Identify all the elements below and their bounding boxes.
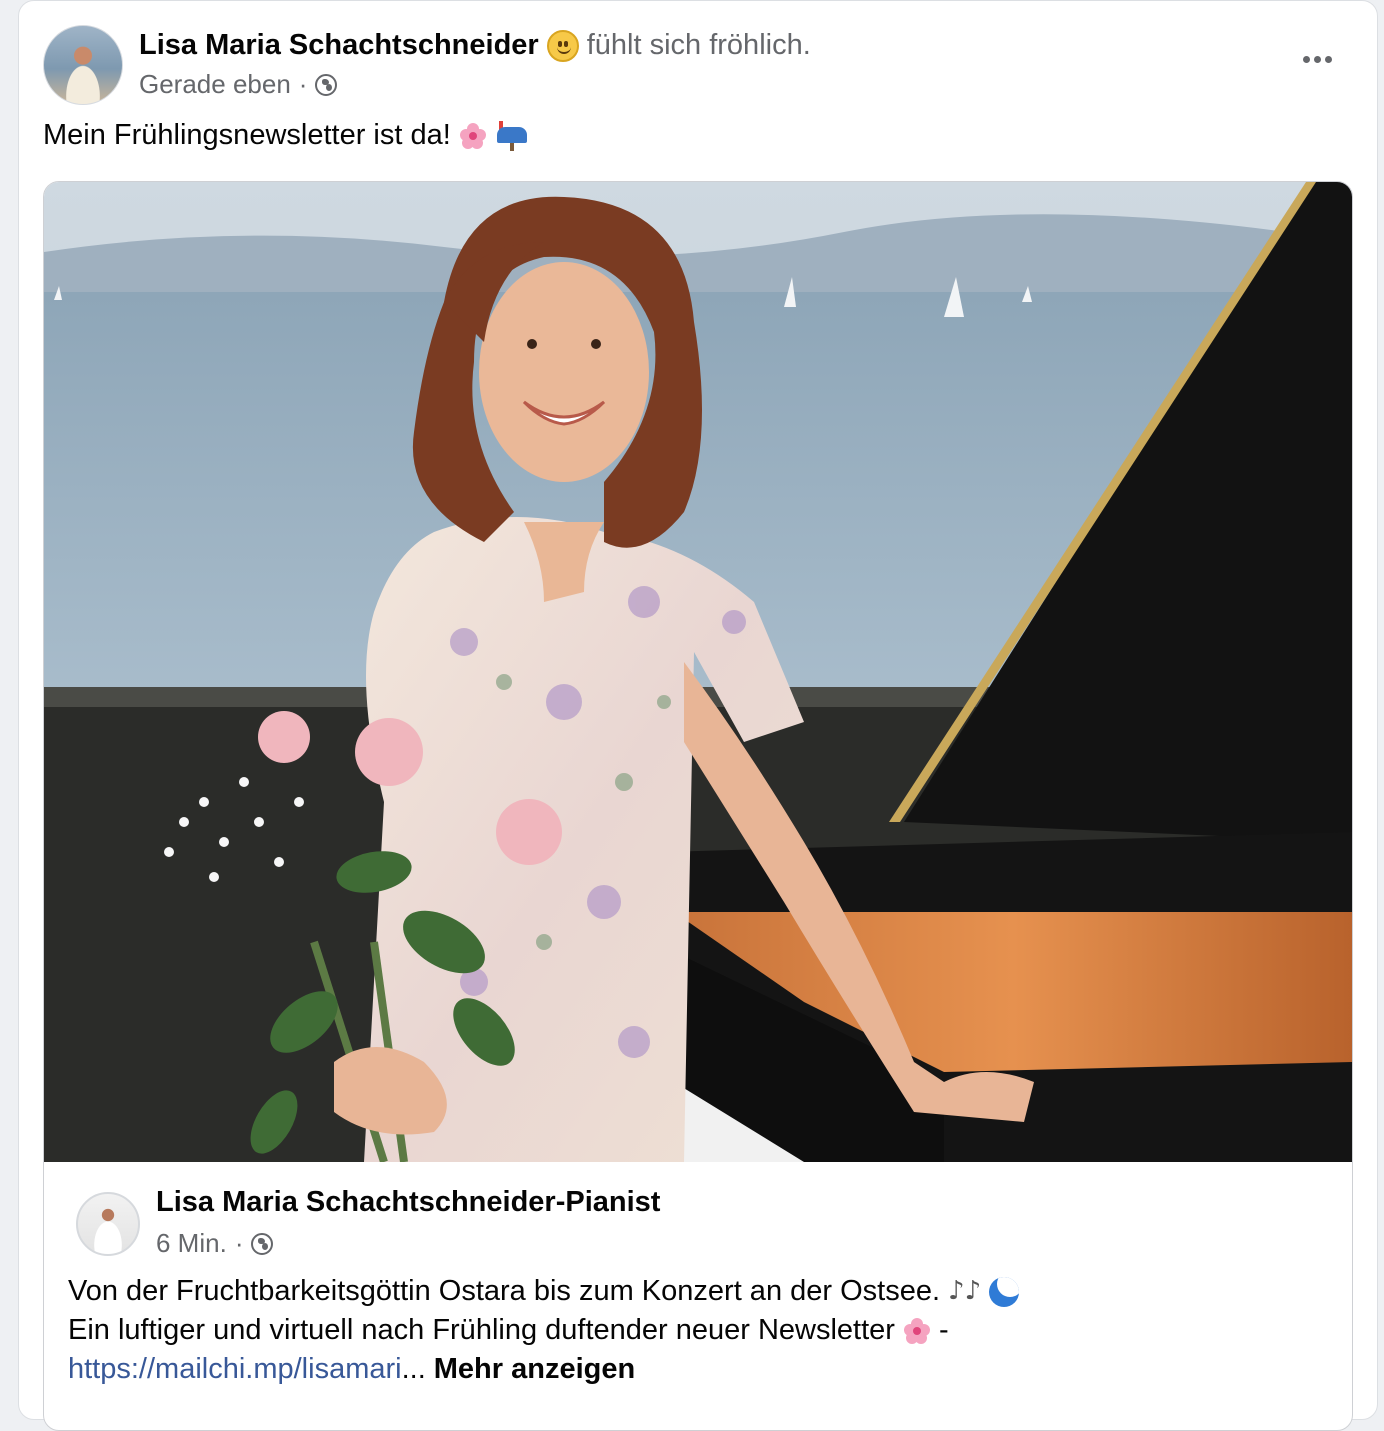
shared-text-line-2: Ein luftiger und virtuell nach Frühling … xyxy=(68,1311,1328,1350)
author-name[interactable]: Lisa Maria Schachtschneider xyxy=(139,29,539,62)
slightly-smiling-face-icon xyxy=(546,29,579,62)
post-header: Lisa Maria Schachtschneider fühlt sich f… xyxy=(43,25,1353,105)
meta-separator: · xyxy=(298,69,308,99)
shared-post-text: Von der Fruchtbarkeitsgöttin Ostara bis … xyxy=(68,1272,1328,1389)
wave-icon xyxy=(989,1276,1020,1307)
shared-text-line-1: Von der Fruchtbarkeitsgöttin Ostara bis … xyxy=(68,1272,1328,1311)
post-meta: Gerade eben · xyxy=(139,69,338,100)
shared-text-line-2-body: Ein luftiger und virtuell nach Frühling … xyxy=(68,1314,895,1346)
post-text: Mein Frühlingsnewsletter ist da! xyxy=(43,119,529,152)
author-avatar[interactable] xyxy=(43,25,123,105)
cherry-blossom-icon xyxy=(903,1317,931,1345)
newsletter-link[interactable]: https://mailchi.mp/lisamari xyxy=(68,1353,402,1385)
shared-text-line-3: https://mailchi.mp/lisamari... Mehr anze… xyxy=(68,1350,1328,1389)
post-text-body: Mein Frühlingsnewsletter ist da! xyxy=(43,119,451,151)
shared-meta-separator: · xyxy=(234,1228,244,1258)
shared-text-line-1-body: Von der Fruchtbarkeitsgöttin Ostara bis … xyxy=(68,1275,941,1307)
musical-notes-icon: ♪♪ xyxy=(948,1276,982,1306)
shared-page-name[interactable]: Lisa Maria Schachtschneider-Pianist xyxy=(156,1186,660,1219)
ellipsis: ... xyxy=(401,1353,426,1385)
shared-post-timestamp[interactable]: 6 Min. xyxy=(156,1228,227,1259)
globe-icon[interactable] xyxy=(251,1232,274,1255)
author-line: Lisa Maria Schachtschneider fühlt sich f… xyxy=(139,29,811,62)
shared-text-line-2-suffix: - xyxy=(938,1314,949,1346)
feeling-text: fühlt sich fröhlich. xyxy=(586,29,811,61)
shared-post-meta: 6 Min. · xyxy=(156,1228,274,1259)
post-photo[interactable] xyxy=(44,182,1353,1162)
see-more-button[interactable]: Mehr anzeigen xyxy=(434,1350,635,1389)
shared-page-avatar[interactable] xyxy=(76,1192,140,1256)
post-timestamp[interactable]: Gerade eben xyxy=(139,69,291,100)
more-options-icon[interactable] xyxy=(1291,39,1343,79)
cherry-blossom-icon xyxy=(459,122,487,150)
post-card: Lisa Maria Schachtschneider fühlt sich f… xyxy=(18,0,1378,1431)
shared-post-card[interactable]: Lisa Maria Schachtschneider-Pianist 6 Mi… xyxy=(43,181,1353,1431)
globe-icon[interactable] xyxy=(315,73,338,96)
mailbox-icon xyxy=(495,120,529,151)
